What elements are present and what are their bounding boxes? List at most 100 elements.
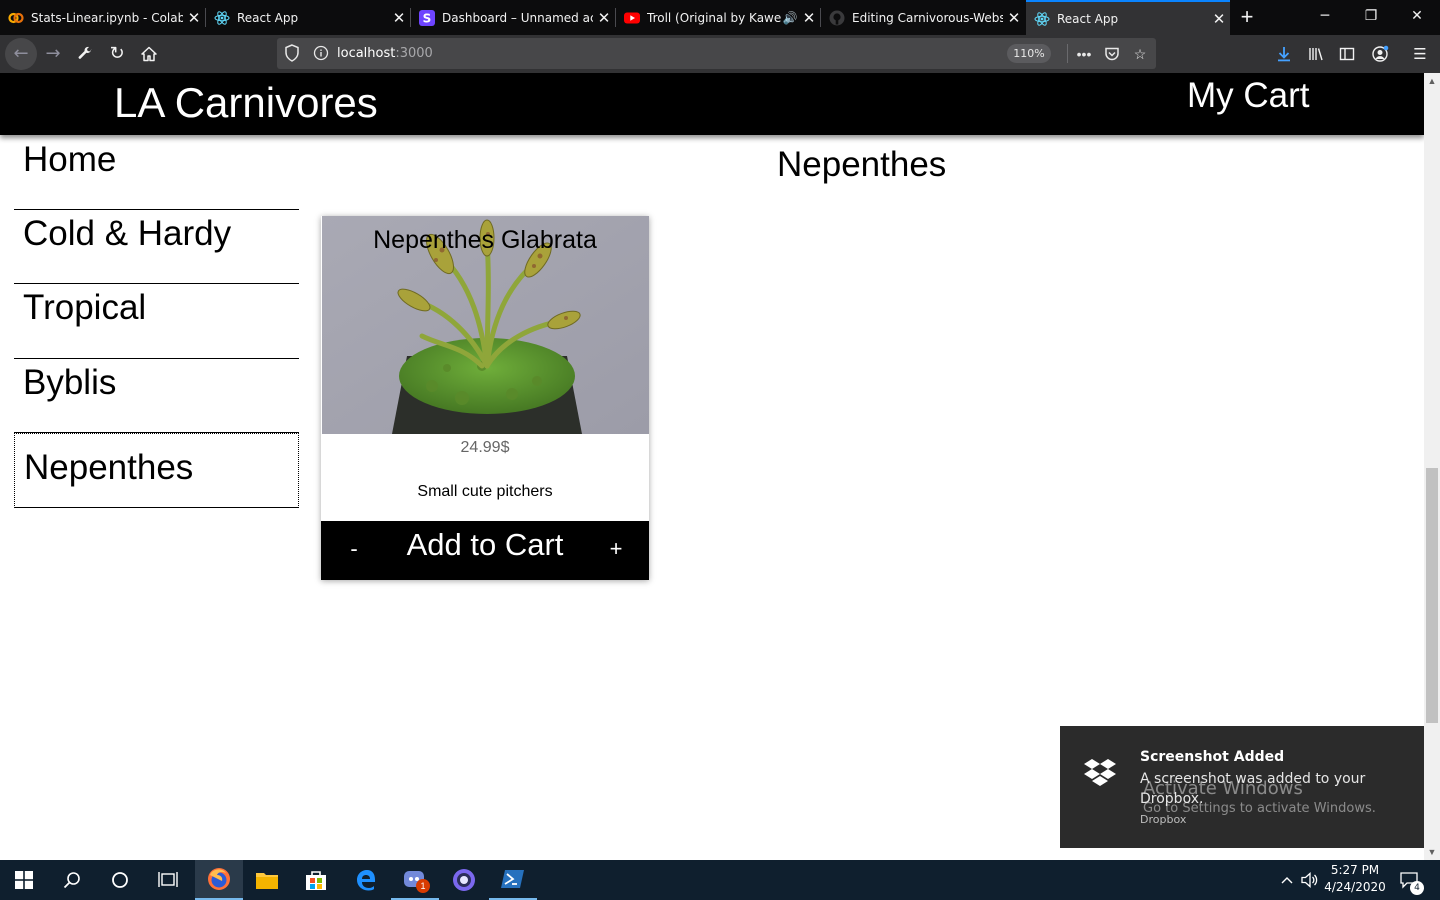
show-hidden-icons-button[interactable] bbox=[1276, 860, 1298, 900]
bookmark-star-icon[interactable]: ☆ bbox=[1129, 43, 1151, 65]
zoom-level-badge[interactable]: 110% bbox=[1007, 44, 1051, 63]
sidebar-icon[interactable] bbox=[1335, 42, 1359, 66]
library-icon[interactable] bbox=[1304, 42, 1328, 66]
minimize-button[interactable]: ─ bbox=[1302, 0, 1348, 32]
tab-title: Stats-Linear.ipynb - Colabo bbox=[31, 10, 183, 25]
site-header: LA Carnivores My Cart bbox=[0, 73, 1424, 135]
taskbar-powershell[interactable] bbox=[489, 860, 537, 900]
tab-title: Troll (Original by Kaweh bbox=[647, 10, 782, 25]
taskbar-file-explorer[interactable] bbox=[243, 860, 291, 900]
scroll-thumb[interactable] bbox=[1426, 468, 1438, 723]
tab-youtube[interactable]: Troll (Original by Kaweh 🔊 ✕ bbox=[616, 0, 820, 35]
nav-item-nepenthes[interactable]: Nepenthes bbox=[14, 433, 299, 508]
tab-dashboard[interactable]: S Dashboard – Unnamed acc ✕ bbox=[411, 0, 615, 35]
account-icon[interactable] bbox=[1368, 42, 1392, 66]
taskbar-firefox[interactable] bbox=[195, 860, 243, 900]
edge-icon bbox=[357, 870, 376, 891]
product-description: Small cute pitchers bbox=[417, 483, 553, 500]
cart-controls: - Add to Cart + bbox=[321, 521, 649, 580]
close-tab-icon[interactable]: ✕ bbox=[1003, 9, 1025, 27]
clock-date: 4/24/2020 bbox=[1324, 880, 1386, 894]
nav-item-home[interactable]: Home bbox=[14, 135, 299, 210]
cortana-button[interactable] bbox=[96, 860, 144, 900]
category-title: Nepenthes bbox=[777, 145, 947, 184]
tab-title: React App bbox=[237, 10, 299, 25]
back-arrow-icon[interactable]: ← bbox=[6, 39, 36, 69]
volume-button[interactable] bbox=[1298, 860, 1322, 900]
page-actions-icon[interactable]: ••• bbox=[1073, 43, 1095, 65]
github-icon bbox=[829, 10, 845, 26]
task-view-button[interactable] bbox=[144, 860, 192, 900]
start-button[interactable] bbox=[0, 860, 48, 900]
home-button[interactable] bbox=[134, 39, 164, 69]
task-view-icon bbox=[158, 872, 178, 887]
clock-time: 5:27 PM bbox=[1330, 863, 1380, 877]
nav-item-cold-hardy[interactable]: Cold & Hardy bbox=[14, 210, 299, 284]
tracking-shield-icon[interactable] bbox=[285, 44, 299, 67]
site-info-icon[interactable] bbox=[313, 44, 329, 67]
product-name: Nepenthes Glabrata bbox=[373, 226, 597, 254]
my-cart-link[interactable]: My Cart bbox=[1187, 76, 1310, 116]
nav-item-tropical[interactable]: Tropical bbox=[14, 284, 299, 359]
notification-count-badge: 4 bbox=[1410, 881, 1424, 895]
tab-title: React App bbox=[1057, 11, 1119, 26]
youtube-icon bbox=[624, 10, 640, 26]
wrench-icon[interactable] bbox=[70, 39, 100, 69]
scroll-up-icon[interactable]: ▲ bbox=[1424, 73, 1440, 89]
discord-badge: 1 bbox=[416, 879, 430, 893]
system-clock[interactable]: 5:27 PM 4/24/2020 bbox=[1322, 862, 1388, 898]
activate-windows-watermark: Activate Windows Go to Settings to activ… bbox=[1143, 778, 1376, 816]
site-brand[interactable]: LA Carnivores bbox=[114, 79, 378, 127]
volume-icon bbox=[1301, 872, 1318, 888]
store-icon bbox=[306, 871, 326, 890]
taskbar-edge[interactable] bbox=[342, 860, 390, 900]
close-window-button[interactable]: ✕ bbox=[1394, 0, 1440, 32]
tab-react-app-active[interactable]: React App ✕ bbox=[1026, 0, 1230, 35]
nav-item-byblis[interactable]: Byblis bbox=[14, 359, 299, 433]
search-icon bbox=[63, 872, 80, 889]
menu-icon[interactable]: ☰ bbox=[1408, 42, 1432, 66]
tab-title: Editing Carnivorous-Websi bbox=[852, 10, 1003, 25]
address-bar[interactable]: localhost:3000 110% ••• ☆ bbox=[277, 38, 1156, 69]
nav-item-label: Home bbox=[23, 140, 117, 179]
nav-item-label: Cold & Hardy bbox=[23, 213, 232, 253]
page-scrollbar[interactable]: ▲ ▼ bbox=[1424, 73, 1440, 860]
nav-item-label: Nepenthes bbox=[24, 448, 194, 487]
windows-taskbar: 1 5:27 PM 4/24/2020 4 bbox=[0, 860, 1440, 900]
nav-item-label: Byblis bbox=[23, 362, 117, 402]
action-center-button[interactable]: 4 bbox=[1392, 860, 1426, 900]
taskbar-github-desktop[interactable] bbox=[440, 860, 488, 900]
search-button[interactable] bbox=[48, 860, 96, 900]
add-to-cart-button[interactable]: Add to Cart bbox=[321, 527, 649, 563]
category-nav: Home Cold & Hardy Tropical Byblis Nepent… bbox=[14, 135, 299, 508]
forward-button[interactable]: → bbox=[38, 39, 68, 69]
new-tab-button[interactable]: + bbox=[1235, 4, 1259, 30]
svg-text:S: S bbox=[423, 11, 432, 25]
react-icon bbox=[1034, 11, 1050, 27]
close-tab-icon[interactable]: ✕ bbox=[388, 9, 410, 27]
tab-github[interactable]: Editing Carnivorous-Websi ✕ bbox=[821, 0, 1025, 35]
github-desktop-icon bbox=[453, 869, 475, 891]
close-tab-icon[interactable]: ✕ bbox=[1208, 10, 1230, 28]
dashboard-icon: S bbox=[419, 9, 435, 26]
tab-react-app[interactable]: React App ✕ bbox=[206, 0, 410, 35]
close-tab-icon[interactable]: ✕ bbox=[798, 9, 820, 27]
scroll-down-icon[interactable]: ▼ bbox=[1424, 844, 1440, 860]
close-tab-icon[interactable]: ✕ bbox=[183, 9, 205, 27]
taskbar-store[interactable] bbox=[292, 860, 340, 900]
downloads-icon[interactable] bbox=[1272, 42, 1296, 66]
watermark-subtitle: Go to Settings to activate Windows. bbox=[1143, 801, 1376, 816]
tab-colab[interactable]: Stats-Linear.ipynb - Colabo ✕ bbox=[0, 0, 205, 35]
product-card: Nepenthes Glabrata 24.99$ Small cute pit… bbox=[321, 216, 649, 580]
speaker-icon[interactable]: 🔊 bbox=[782, 11, 798, 25]
increase-quantity-button[interactable]: + bbox=[605, 536, 627, 562]
reload-button[interactable]: ↻ bbox=[102, 39, 132, 69]
product-price: 24.99$ bbox=[460, 439, 510, 456]
chevron-up-icon bbox=[1281, 877, 1293, 884]
close-tab-icon[interactable]: ✕ bbox=[593, 9, 615, 27]
restore-button[interactable]: ❐ bbox=[1348, 0, 1394, 32]
firefox-icon bbox=[208, 868, 230, 890]
url-text[interactable]: localhost:3000 bbox=[337, 46, 433, 61]
taskbar-discord[interactable]: 1 bbox=[391, 860, 439, 900]
pocket-icon[interactable] bbox=[1101, 43, 1123, 65]
